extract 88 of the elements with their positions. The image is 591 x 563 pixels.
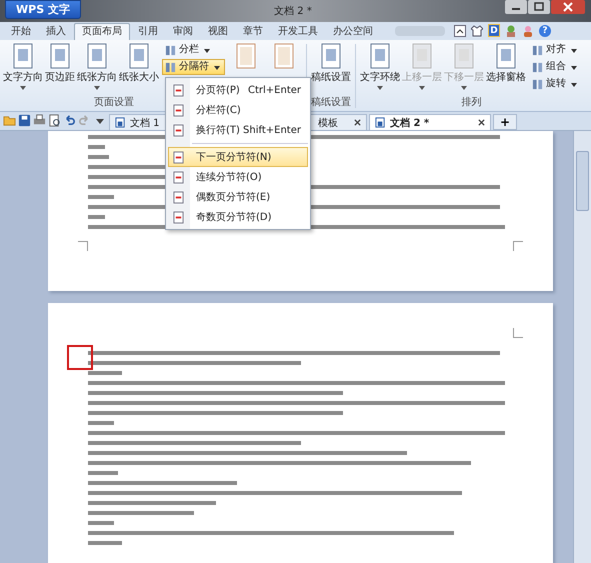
page-icon — [127, 43, 151, 69]
ribbon-small-button[interactable]: 组合 — [529, 59, 582, 75]
close-icon[interactable] — [551, 0, 585, 14]
columns-icon — [165, 44, 176, 56]
ribbon-tab[interactable]: 页面布局 — [74, 23, 130, 40]
minimize-icon[interactable] — [505, 0, 527, 14]
menu-item[interactable]: 换行符(T) Shift+Enter — [168, 120, 308, 140]
page-icon — [11, 43, 35, 69]
menu-item[interactable]: 连续分节符(O) — [168, 167, 308, 187]
ribbon-tab[interactable]: 审阅 — [166, 24, 200, 40]
ribbon-button[interactable]: 稿纸设置 — [310, 42, 352, 85]
caret-icon — [571, 83, 577, 87]
page-frame-icon — [234, 43, 258, 69]
page-icon — [494, 43, 518, 69]
menu-item[interactable]: 奇数页分节符(D) — [168, 207, 308, 227]
page-break-icon — [173, 84, 184, 96]
page-break-icon — [173, 170, 184, 184]
maximize-icon[interactable] — [528, 0, 550, 14]
caret-icon — [461, 86, 467, 90]
menu-item[interactable]: 下一页分节符(N) — [168, 147, 308, 167]
undo-icon[interactable] — [63, 114, 76, 127]
plant-icon[interactable] — [505, 25, 517, 37]
columns-icon — [165, 62, 176, 72]
caret-icon — [214, 66, 220, 70]
customize-caret-icon[interactable] — [96, 118, 104, 124]
highlight-frame — [67, 345, 93, 370]
print-preview-icon[interactable] — [48, 114, 61, 127]
page-icon — [85, 43, 109, 69]
print-icon[interactable] — [33, 114, 46, 127]
menu-item[interactable]: 偶数页分节符(E) — [168, 187, 308, 207]
ribbon-tab[interactable]: 插入 — [39, 24, 73, 40]
page-icon — [319, 43, 343, 69]
ribbon-tab[interactable]: 开发工具 — [271, 24, 325, 40]
ribbon-tab[interactable]: 开始 — [4, 24, 38, 40]
columns-icon — [532, 44, 543, 56]
ribbon-button[interactable]: 纸张大小 — [118, 42, 160, 85]
close-tab-icon[interactable] — [478, 119, 485, 126]
group-label: 稿纸设置 — [311, 96, 351, 110]
page-icon — [48, 43, 72, 69]
page-break-icon — [173, 210, 184, 224]
page-break-icon — [173, 104, 184, 116]
ribbon-small-button[interactable]: 对齐 — [529, 42, 582, 58]
letter-badge[interactable]: D — [488, 24, 500, 37]
ribbon-button[interactable]: 选择窗格 — [485, 42, 527, 85]
caret-icon — [571, 49, 577, 53]
ribbon-tab[interactable]: 章节 — [236, 24, 270, 40]
page-break-icon — [173, 124, 184, 136]
page-icon — [368, 43, 392, 69]
page-break-icon — [173, 150, 184, 164]
help-button[interactable]: ? — [539, 25, 551, 37]
ribbon-tab[interactable]: 引用 — [131, 24, 165, 40]
caret-icon — [204, 49, 210, 53]
menu-item[interactable]: 分栏符(C) — [168, 100, 308, 120]
caret-icon — [571, 66, 577, 70]
shirt-icon[interactable] — [471, 25, 483, 37]
ribbon-small-button[interactable]: 分栏 — [162, 42, 225, 58]
document-icon — [375, 117, 386, 128]
ribbon-button[interactable]: 文字方向 — [2, 42, 44, 91]
new-tab-button[interactable]: + — [493, 114, 518, 130]
ribbon-small-button[interactable]: 旋转 — [529, 76, 582, 92]
collapse-ribbon-icon[interactable] — [454, 25, 466, 37]
ribbon-tab[interactable]: 视图 — [201, 24, 235, 40]
page-break-icon — [173, 190, 184, 204]
ribbon-button[interactable]: 页边距 — [44, 42, 76, 85]
page-icon — [452, 43, 476, 69]
ribbon-tab[interactable]: 办公空间 — [326, 24, 380, 40]
scroll-bar[interactable] — [573, 131, 591, 563]
person-icon[interactable] — [522, 25, 534, 37]
caret-icon — [94, 86, 100, 90]
group-label: 排列 — [462, 96, 482, 110]
page-icon — [410, 43, 434, 69]
close-tab-icon[interactable] — [354, 119, 361, 126]
caret-icon — [20, 86, 26, 90]
ribbon-button[interactable]: 纸张方向 — [76, 42, 118, 91]
menu-item[interactable]: 分页符(P) Ctrl+Enter — [168, 80, 308, 100]
group-label: 页面设置 — [94, 96, 134, 110]
save-icon[interactable] — [18, 114, 31, 127]
ribbon-button[interactable]: 文字环绕 — [359, 42, 401, 91]
app-menu-button[interactable]: WPS 文字 — [5, 0, 81, 19]
columns-icon — [532, 62, 543, 72]
ribbon-small-button[interactable]: 分隔符 — [162, 59, 225, 75]
columns-icon — [532, 78, 543, 90]
page-frame-icon — [272, 43, 296, 69]
caret-icon — [377, 86, 383, 90]
caret-icon — [419, 86, 425, 90]
document-tab[interactable]: 文档 2 * — [369, 114, 491, 130]
window-title: 文档 2 * — [273, 4, 313, 18]
document-icon — [115, 117, 126, 128]
